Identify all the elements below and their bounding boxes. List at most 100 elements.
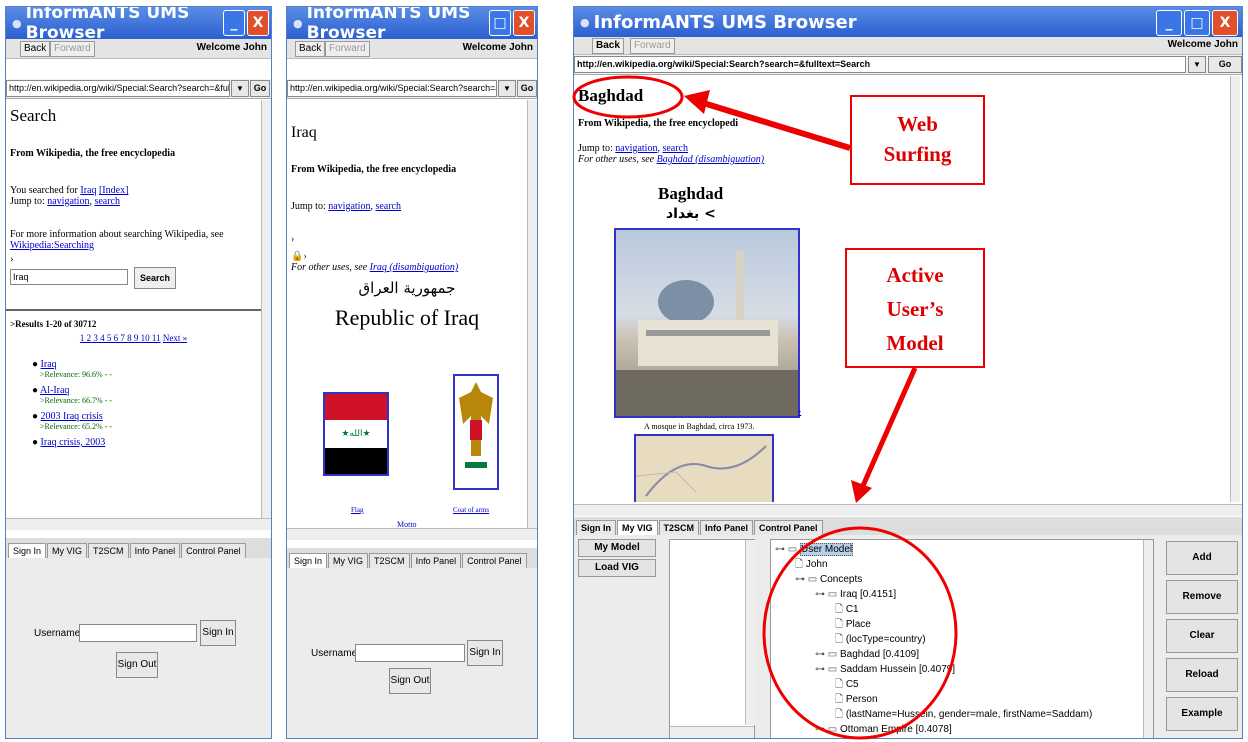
tree-folder-node[interactable]: ⊶ ▭ Concepts <box>775 572 1153 587</box>
tree-folder-node[interactable]: ⊶ ▭ User Model <box>775 542 1153 557</box>
url-dropdown[interactable]: ▼ <box>231 80 249 97</box>
my-model-button[interactable]: My Model <box>578 539 656 557</box>
url-input[interactable]: http://en.wikipedia.org/wiki/Special:Sea… <box>574 56 1186 73</box>
tree-leaf-node[interactable]: 🗋 John <box>775 557 1153 572</box>
vig-list[interactable] <box>669 539 755 738</box>
arrow-link[interactable]: › <box>798 406 801 417</box>
search-button[interactable]: Search <box>134 267 176 289</box>
tree-folder-node[interactable]: ⊶ ▭ Baghdad [0.4109] <box>775 647 1153 662</box>
tree-folder-node[interactable]: ⊶ ▭ Iraq [0.4151] <box>775 587 1153 602</box>
tree-folder-node[interactable]: ⊶ ▭ Saddam Hussein [0.4079] <box>775 662 1153 677</box>
tab-t2scm[interactable]: T2SCM <box>369 553 410 568</box>
searching-link[interactable]: Wikipedia:Searching <box>10 240 94 251</box>
search-link[interactable]: search <box>94 196 120 207</box>
vertical-scrollbar[interactable] <box>527 100 537 528</box>
tree-folder-node[interactable]: ⊶ ▭ City [0.4074] <box>775 737 1153 738</box>
username-input[interactable] <box>355 644 465 662</box>
searched-term-link[interactable]: Iraq <box>80 185 96 196</box>
tab-control-panel[interactable]: Control Panel <box>462 553 527 568</box>
coat-caption[interactable]: Coat of arms <box>453 506 489 514</box>
tree-leaf-node[interactable]: 🗋 Person <box>775 692 1153 707</box>
search-input[interactable]: Iraq <box>10 269 128 285</box>
minimize-button[interactable]: _ <box>223 10 245 36</box>
close-button[interactable]: X <box>1212 10 1238 36</box>
search-link[interactable]: search <box>662 143 688 154</box>
vertical-scrollbar[interactable] <box>261 100 271 518</box>
clear-button[interactable]: Clear <box>1166 619 1238 653</box>
page-links[interactable]: 1 2 3 4 5 6 7 8 9 10 11 <box>80 333 161 343</box>
horizontal-scrollbar[interactable] <box>6 518 271 530</box>
tab-sign-in[interactable]: Sign In <box>576 520 616 535</box>
index-link[interactable]: [Index] <box>99 185 128 196</box>
username-input[interactable] <box>79 624 197 642</box>
forward-button[interactable]: Forward <box>325 41 370 57</box>
url-input[interactable]: http://en.wikipedia.org/wiki/Special:Sea… <box>287 80 497 97</box>
tab-t2scm[interactable]: T2SCM <box>658 520 700 535</box>
url-dropdown[interactable]: ▼ <box>498 80 516 97</box>
sign-out-button[interactable]: Sign Out <box>389 668 431 694</box>
from-wikipedia: From Wikipedia, the free encyclopedia <box>291 164 457 175</box>
tree-leaf-node[interactable]: 🗋 C1 <box>775 602 1153 617</box>
close-button[interactable]: X <box>247 10 269 36</box>
back-button[interactable]: Back <box>20 41 51 57</box>
navigation-link[interactable]: navigation <box>328 201 370 212</box>
my-vig-panel: My Model Load VIG ⊶ ▭ User Model 🗋 John ⊶ … <box>574 535 1242 738</box>
folder-icon: ⊶ ▭ <box>795 574 821 585</box>
reload-button[interactable]: Reload <box>1166 658 1238 692</box>
toolbar: Back Forward Welcome John <box>287 39 537 59</box>
search-link[interactable]: search <box>375 201 401 212</box>
results-list: ● Iraq >Relevance: 96.6% - - ● Al-Iraq >… <box>32 359 257 448</box>
tab-control-panel[interactable]: Control Panel <box>181 543 246 558</box>
vertical-scrollbar[interactable] <box>1230 76 1240 502</box>
back-button[interactable]: Back <box>295 41 326 57</box>
tab-control-panel[interactable]: Control Panel <box>754 520 823 535</box>
minimize-button[interactable]: _ <box>1156 10 1182 36</box>
flag-caption[interactable]: Flag <box>351 506 363 514</box>
navigation-link[interactable]: navigation <box>615 143 657 154</box>
tab-info-panel[interactable]: Info Panel <box>129 543 181 558</box>
disambiguation-link[interactable]: Iraq (disambiguation) <box>370 262 459 273</box>
tab-my-vig[interactable]: My VIG <box>328 553 369 568</box>
remove-button[interactable]: Remove <box>1166 580 1238 614</box>
maximize-button[interactable]: □ <box>1184 10 1210 36</box>
close-button[interactable]: X <box>513 10 535 36</box>
tree-leaf-node[interactable]: 🗋 (lastName=Hussein, gender=male, firstN… <box>775 707 1153 722</box>
example-button[interactable]: Example <box>1166 697 1238 731</box>
next-link[interactable]: Next » <box>163 333 187 343</box>
sign-in-button[interactable]: Sign In <box>200 620 236 646</box>
tree-leaf-node[interactable]: 🗋 (locType=country) <box>775 632 1153 647</box>
motto-link[interactable]: Motto <box>397 520 417 528</box>
horizontal-scrollbar[interactable] <box>574 504 1242 516</box>
tree-folder-node[interactable]: ⊶ ▭ Ottoman Empire [0.4078] <box>775 722 1153 737</box>
tab-info-panel[interactable]: Info Panel <box>410 553 462 568</box>
tab-t2scm[interactable]: T2SCM <box>88 543 129 558</box>
list-scrollbar[interactable] <box>745 540 755 725</box>
forward-button[interactable]: Forward <box>630 38 675 54</box>
tab-info-panel[interactable]: Info Panel <box>700 520 754 535</box>
navigation-link[interactable]: navigation <box>47 196 89 207</box>
tab-sign-in[interactable]: Sign In <box>289 553 328 568</box>
back-button[interactable]: Back <box>592 38 624 54</box>
go-button[interactable]: Go <box>250 80 270 97</box>
tree-leaf-node[interactable]: 🗋 C5 <box>775 677 1153 692</box>
horizontal-scrollbar[interactable] <box>287 528 537 540</box>
tab-my-vig[interactable]: My VIG <box>617 520 658 535</box>
sign-out-button[interactable]: Sign Out <box>116 652 158 678</box>
disambiguation-link[interactable]: Baghdad (disambiguation) <box>657 154 765 165</box>
sign-in-button[interactable]: Sign In <box>467 640 503 666</box>
user-model-tree[interactable]: ⊶ ▭ User Model 🗋 John ⊶ ▭ Concepts ⊶ ▭ Iraq… <box>770 539 1154 738</box>
minimize-button[interactable]: □ <box>489 10 511 36</box>
url-input[interactable]: http://en.wikipedia.org/wiki/Special:Sea… <box>6 80 230 97</box>
go-button[interactable]: Go <box>517 80 537 97</box>
tab-sign-in[interactable]: Sign In <box>8 543 47 558</box>
load-vig-button[interactable]: Load VIG <box>578 559 656 577</box>
list-hscroll[interactable] <box>670 726 754 738</box>
url-dropdown[interactable]: ▼ <box>1188 56 1206 73</box>
add-button[interactable]: Add <box>1166 541 1238 575</box>
tab-my-vig[interactable]: My VIG <box>47 543 88 558</box>
tree-leaf-node[interactable]: 🗋 Place <box>775 617 1153 632</box>
title-bar: ● InformANTS UMS Browser <box>574 7 1242 37</box>
go-button[interactable]: Go <box>1208 56 1242 73</box>
tree-scrollbar[interactable] <box>1143 540 1153 738</box>
forward-button[interactable]: Forward <box>50 41 95 57</box>
